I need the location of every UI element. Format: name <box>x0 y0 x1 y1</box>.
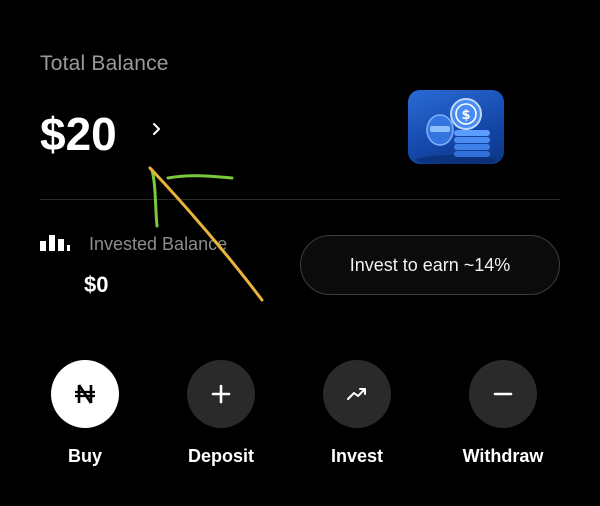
bar-chart-icon <box>40 235 70 251</box>
invest-to-earn-button[interactable]: Invest to earn ~14% <box>300 235 560 295</box>
invest-to-earn-label: Invest to earn ~14% <box>349 254 511 275</box>
trend-up-icon <box>347 388 366 400</box>
naira-icon <box>75 384 95 404</box>
plus-icon <box>211 384 231 404</box>
total-balance-label: Total Balance <box>40 52 169 75</box>
chevron-right-icon[interactable] <box>150 118 164 140</box>
invest-label: Invest <box>330 446 384 466</box>
invest-circle[interactable] <box>323 360 391 428</box>
coin-stack-icon: $ <box>416 98 496 164</box>
minus-icon <box>493 392 513 396</box>
buy-button[interactable]: Buy <box>25 360 145 467</box>
wallet-screen: Total Balance $20 $ Invested Balance $0 … <box>0 0 600 506</box>
invest-button[interactable]: Invest <box>297 360 417 467</box>
deposit-label: Deposit <box>187 446 254 466</box>
withdraw-circle[interactable] <box>469 360 537 428</box>
section-divider <box>40 199 560 200</box>
withdraw-label: Withdraw <box>462 446 544 466</box>
buy-label: Buy <box>67 446 102 466</box>
deposit-circle[interactable] <box>187 360 255 428</box>
svg-text:$: $ <box>461 108 470 123</box>
invested-balance-label: Invested Balance <box>89 234 228 254</box>
buy-circle[interactable] <box>51 360 119 428</box>
total-balance-amount[interactable]: $20 <box>40 108 117 160</box>
invested-balance-amount: $0 <box>84 272 109 297</box>
withdraw-button[interactable]: Withdraw <box>443 360 563 467</box>
deposit-button[interactable]: Deposit <box>161 360 281 467</box>
coin-stack-illustration: $ <box>408 90 504 164</box>
